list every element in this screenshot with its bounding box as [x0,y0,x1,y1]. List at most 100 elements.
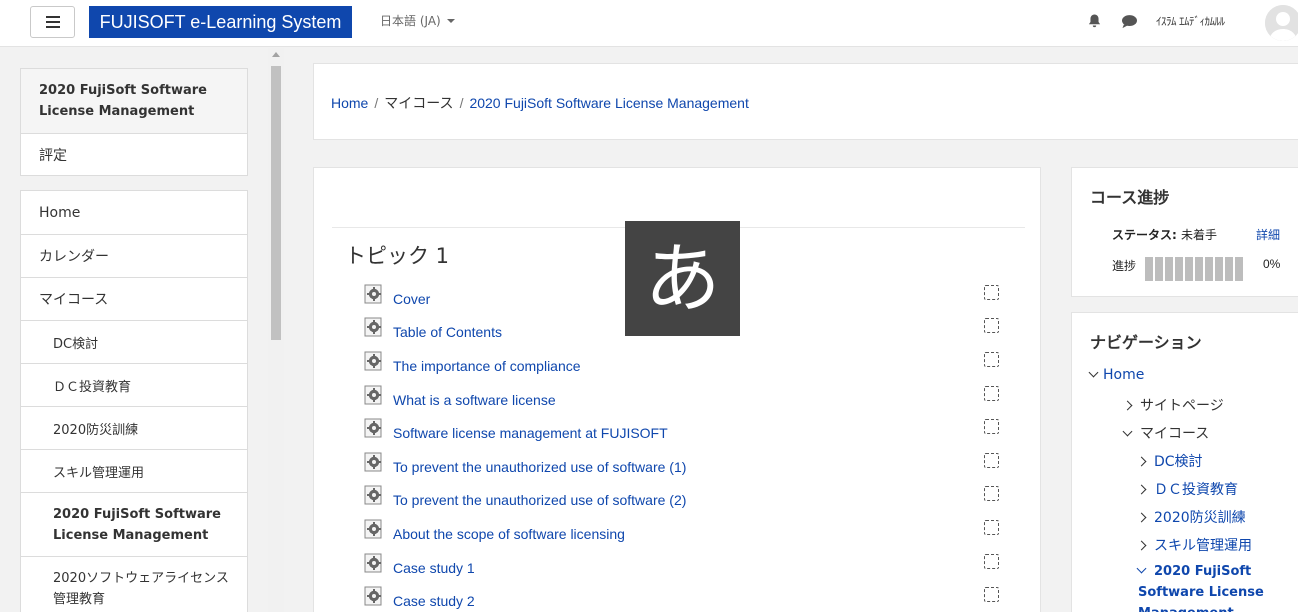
nav-tree-mycourses[interactable]: マイコース [1122,423,1209,443]
progress-segment [1185,257,1193,281]
completion-checkbox[interactable] [984,285,999,300]
activity-link[interactable]: Table of Contents [393,324,502,340]
bell-icon[interactable] [1087,13,1102,29]
drawer-item-grades[interactable]: 評定 [21,133,247,175]
activity-link[interactable]: To prevent the unauthorized use of softw… [393,459,686,475]
activity-link[interactable]: Software license management at FUJISOFT [393,425,668,441]
activity-link[interactable]: What is a software license [393,392,556,408]
drawer-item-course[interactable]: 2020防災訓練 [21,406,247,449]
gear-page-icon [364,586,382,606]
site-brand[interactable]: FUJISOFT e-Learning System [89,6,352,38]
progress-segment [1155,257,1163,281]
nav-drawer: 2020 FujiSoft Software License Managemen… [0,48,268,612]
language-menu[interactable]: 日本語 (JA) [380,12,455,29]
nav-tree-current-course[interactable]: 2020 FujiSoft Software License Managemen… [1136,561,1278,612]
chevron-right-icon [1136,540,1147,551]
completion-checkbox[interactable] [984,587,999,602]
completion-checkbox[interactable] [984,318,999,333]
menu-toggle-button[interactable] [30,6,75,38]
activity-row: What is a software license [364,385,1004,409]
drawer-scrollbar[interactable] [268,48,284,612]
language-label: 日本語 (JA) [380,14,441,28]
progress-segment [1145,257,1153,281]
progress-segment [1175,257,1183,281]
nav-tree-course[interactable]: 2020防災訓練 [1136,507,1246,527]
completion-checkbox[interactable] [984,386,999,401]
completion-checkbox[interactable] [984,419,999,434]
progress-label: 進捗 [1112,259,1137,273]
drawer-item-course[interactable]: スキル管理運用 [21,449,247,492]
drawer-item-course[interactable]: DC検討 [21,320,247,363]
gear-page-icon [364,519,382,539]
activity-link[interactable]: Cover [393,291,430,307]
drawer-item-calendar[interactable]: カレンダー [21,234,247,277]
scroll-up-arrow-icon[interactable] [272,52,280,57]
activity-link[interactable]: To prevent the unauthorized use of softw… [393,492,686,508]
nav-tree-label: Home [1103,367,1145,383]
completion-checkbox[interactable] [984,352,999,367]
nav-tree-label: ＤＣ投資教育 [1154,482,1238,498]
breadcrumb-mycourses: マイコース [384,96,454,112]
chevron-right-icon [1122,400,1133,411]
nav-tree-course[interactable]: ＤＣ投資教育 [1136,479,1238,499]
scrollbar-thumb[interactable] [271,66,281,340]
gear-page-icon [364,317,382,337]
navigation-block-title: ナビゲーション [1090,333,1202,352]
breadcrumb: Home / マイコース / 2020 FujiSoft Software Licens… [331,93,749,113]
activity-link[interactable]: Case study 2 [393,593,475,609]
activity-row: Case study 2 [364,586,1004,610]
avatar-icon [1265,5,1298,41]
progress-percent: 0% [1263,257,1281,271]
activity-link[interactable]: About the scope of software licensing [393,526,625,542]
drawer-item-course[interactable]: 2020ソフトウェアライセンス管理教育 [21,556,247,612]
activity-row: To prevent the unauthorized use of softw… [364,485,1004,509]
activity-row: About the scope of software licensing [364,519,1004,543]
gear-page-icon [364,418,382,438]
drawer-item-course[interactable]: ＤＣ投資教育 [21,363,247,406]
progress-segment [1165,257,1173,281]
completion-checkbox[interactable] [984,520,999,535]
breadcrumb-current[interactable]: 2020 FujiSoft Software License Managemen… [469,95,748,111]
nav-tree-site-pages[interactable]: サイトページ [1122,395,1224,415]
drawer-item-home[interactable]: Home [21,191,247,234]
nav-tree-home[interactable]: Home [1088,367,1145,383]
progress-segment [1235,257,1243,281]
activity-link[interactable]: The importance of compliance [393,358,581,374]
completion-checkbox[interactable] [984,486,999,501]
status-label: ステータス: 未着手 [1112,226,1217,243]
progress-segment [1205,257,1213,281]
course-progress-block: コース進捗 ステータス: 未着手 詳細 進捗 0% [1071,167,1298,297]
caret-down-icon [446,19,455,23]
nav-tree-course[interactable]: スキル管理運用 [1136,535,1252,555]
gear-page-icon [364,385,382,405]
gear-page-icon [364,351,382,371]
completion-checkbox[interactable] [984,554,999,569]
drawer-item-current-course[interactable]: 2020 FujiSoft Software License Managemen… [21,492,247,556]
user-name[interactable]: ｲｽﾗﾑ ｴﾑﾃﾞｨｶﾑﾙﾙ [1156,13,1225,29]
breadcrumb-home[interactable]: Home [331,95,368,111]
progress-segment [1215,257,1223,281]
user-avatar[interactable] [1265,5,1298,41]
activity-row: To prevent the unauthorized use of softw… [364,452,1004,476]
drawer-course-title[interactable]: 2020 FujiSoft Software License Managemen… [21,69,247,133]
status-detail-link[interactable]: 詳細 [1256,226,1280,243]
nav-tree-label: スキル管理運用 [1154,538,1252,554]
gear-page-icon [364,485,382,505]
chevron-down-icon [1088,367,1099,378]
breadcrumb-separator: / [459,95,464,111]
course-menu-group: 2020 FujiSoft Software License Managemen… [20,68,248,176]
hamburger-icon [45,16,60,28]
chat-icon[interactable] [1121,14,1138,29]
nav-tree-course[interactable]: DC検討 [1136,451,1203,471]
activity-link[interactable]: Case study 1 [393,560,475,576]
page-header: Home / マイコース / 2020 FujiSoft Software Licens… [313,63,1298,140]
chevron-right-icon [1136,484,1147,495]
progress-segment [1225,257,1233,281]
drawer-item-mycourses[interactable]: マイコース [21,277,247,320]
nav-tree-label: サイトページ [1140,398,1224,414]
activity-row: The importance of compliance [364,351,1004,375]
completion-checkbox[interactable] [984,453,999,468]
progress-segment [1195,257,1203,281]
topic-title: トピック 1 [345,244,450,268]
chevron-down-icon [1122,426,1133,437]
